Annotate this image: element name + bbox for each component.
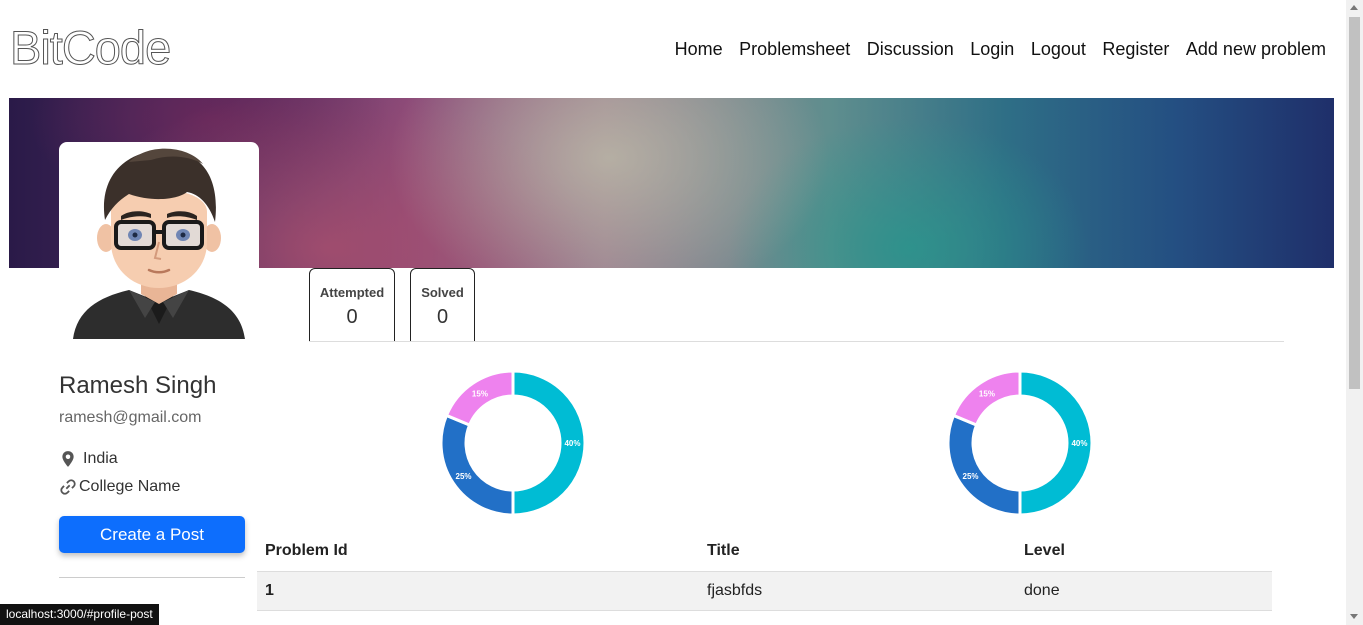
col-header-problem-id: Problem Id: [265, 541, 348, 559]
profile-location-text: India: [83, 450, 118, 467]
stat-solved: Solved 0: [410, 268, 475, 342]
nav-home[interactable]: Home: [675, 38, 723, 60]
top-nav: Home Problemsheet Discussion Login Logou…: [658, 38, 1326, 60]
map-pin-icon: [62, 451, 74, 467]
scroll-down-arrow-icon[interactable]: [1350, 614, 1358, 619]
cell-problem-id: 1: [257, 571, 699, 611]
profile-college-text: College Name: [79, 478, 181, 495]
avatar-illustration: [73, 148, 245, 339]
browser-status-url: localhost:3000/#profile-post: [0, 604, 159, 625]
stats-divider: [309, 341, 1284, 342]
cell-level: done: [1016, 571, 1272, 611]
profile-college: College Name: [59, 478, 180, 496]
donut-1-label-1: 40%: [564, 439, 580, 448]
cell-title: fjasbfds: [699, 571, 1016, 611]
donut-2-label-2: 25%: [963, 472, 979, 481]
table-header-row: Problem Id Title Level: [257, 530, 1272, 572]
sidebar-divider: [59, 577, 245, 578]
profile-location: India: [59, 450, 118, 468]
col-header-level: Level: [1024, 541, 1065, 559]
donut-2-label-1: 40%: [1071, 439, 1087, 448]
create-post-button[interactable]: Create a Post: [59, 516, 245, 553]
nav-add-new-problem[interactable]: Add new problem: [1186, 38, 1326, 60]
col-header-title: Title: [707, 541, 740, 559]
nav-discussion[interactable]: Discussion: [867, 38, 954, 60]
stat-solved-value: 0: [436, 306, 449, 328]
nav-logout[interactable]: Logout: [1031, 38, 1086, 60]
stat-solved-label: Solved: [421, 285, 464, 300]
donut-chart-1: 40% 25% 15%: [439, 369, 587, 517]
donut-2-label-3: 15%: [979, 390, 995, 399]
table-row[interactable]: 1 fjasbfds done: [257, 571, 1272, 611]
profile-email: ramesh@gmail.com: [59, 409, 202, 426]
donut-2-slice-2[interactable]: [946, 413, 1022, 517]
nav-login[interactable]: Login: [970, 38, 1014, 60]
nav-problemsheet[interactable]: Problemsheet: [739, 38, 850, 60]
avatar: [59, 142, 259, 339]
donut-1-label-3: 15%: [472, 390, 488, 399]
brand-logo[interactable]: BitCode: [9, 20, 171, 76]
scrollbar-thumb[interactable]: [1349, 17, 1360, 389]
nav-register[interactable]: Register: [1102, 38, 1169, 60]
page-scrollbar[interactable]: [1346, 0, 1363, 625]
donut-1-label-2: 25%: [456, 472, 472, 481]
link-icon: [60, 479, 76, 495]
problems-table: Problem Id Title Level 1 fjasbfds done: [257, 530, 1272, 611]
stat-attempted: Attempted 0: [309, 268, 395, 342]
scroll-up-arrow-icon[interactable]: [1350, 5, 1358, 10]
donut-chart-2: 40% 25% 15%: [946, 369, 1094, 517]
stat-attempted-value: 0: [346, 306, 358, 328]
stat-attempted-label: Attempted: [319, 285, 385, 300]
donut-1-slice-2[interactable]: [439, 413, 515, 517]
profile-name: Ramesh Singh: [59, 372, 217, 399]
